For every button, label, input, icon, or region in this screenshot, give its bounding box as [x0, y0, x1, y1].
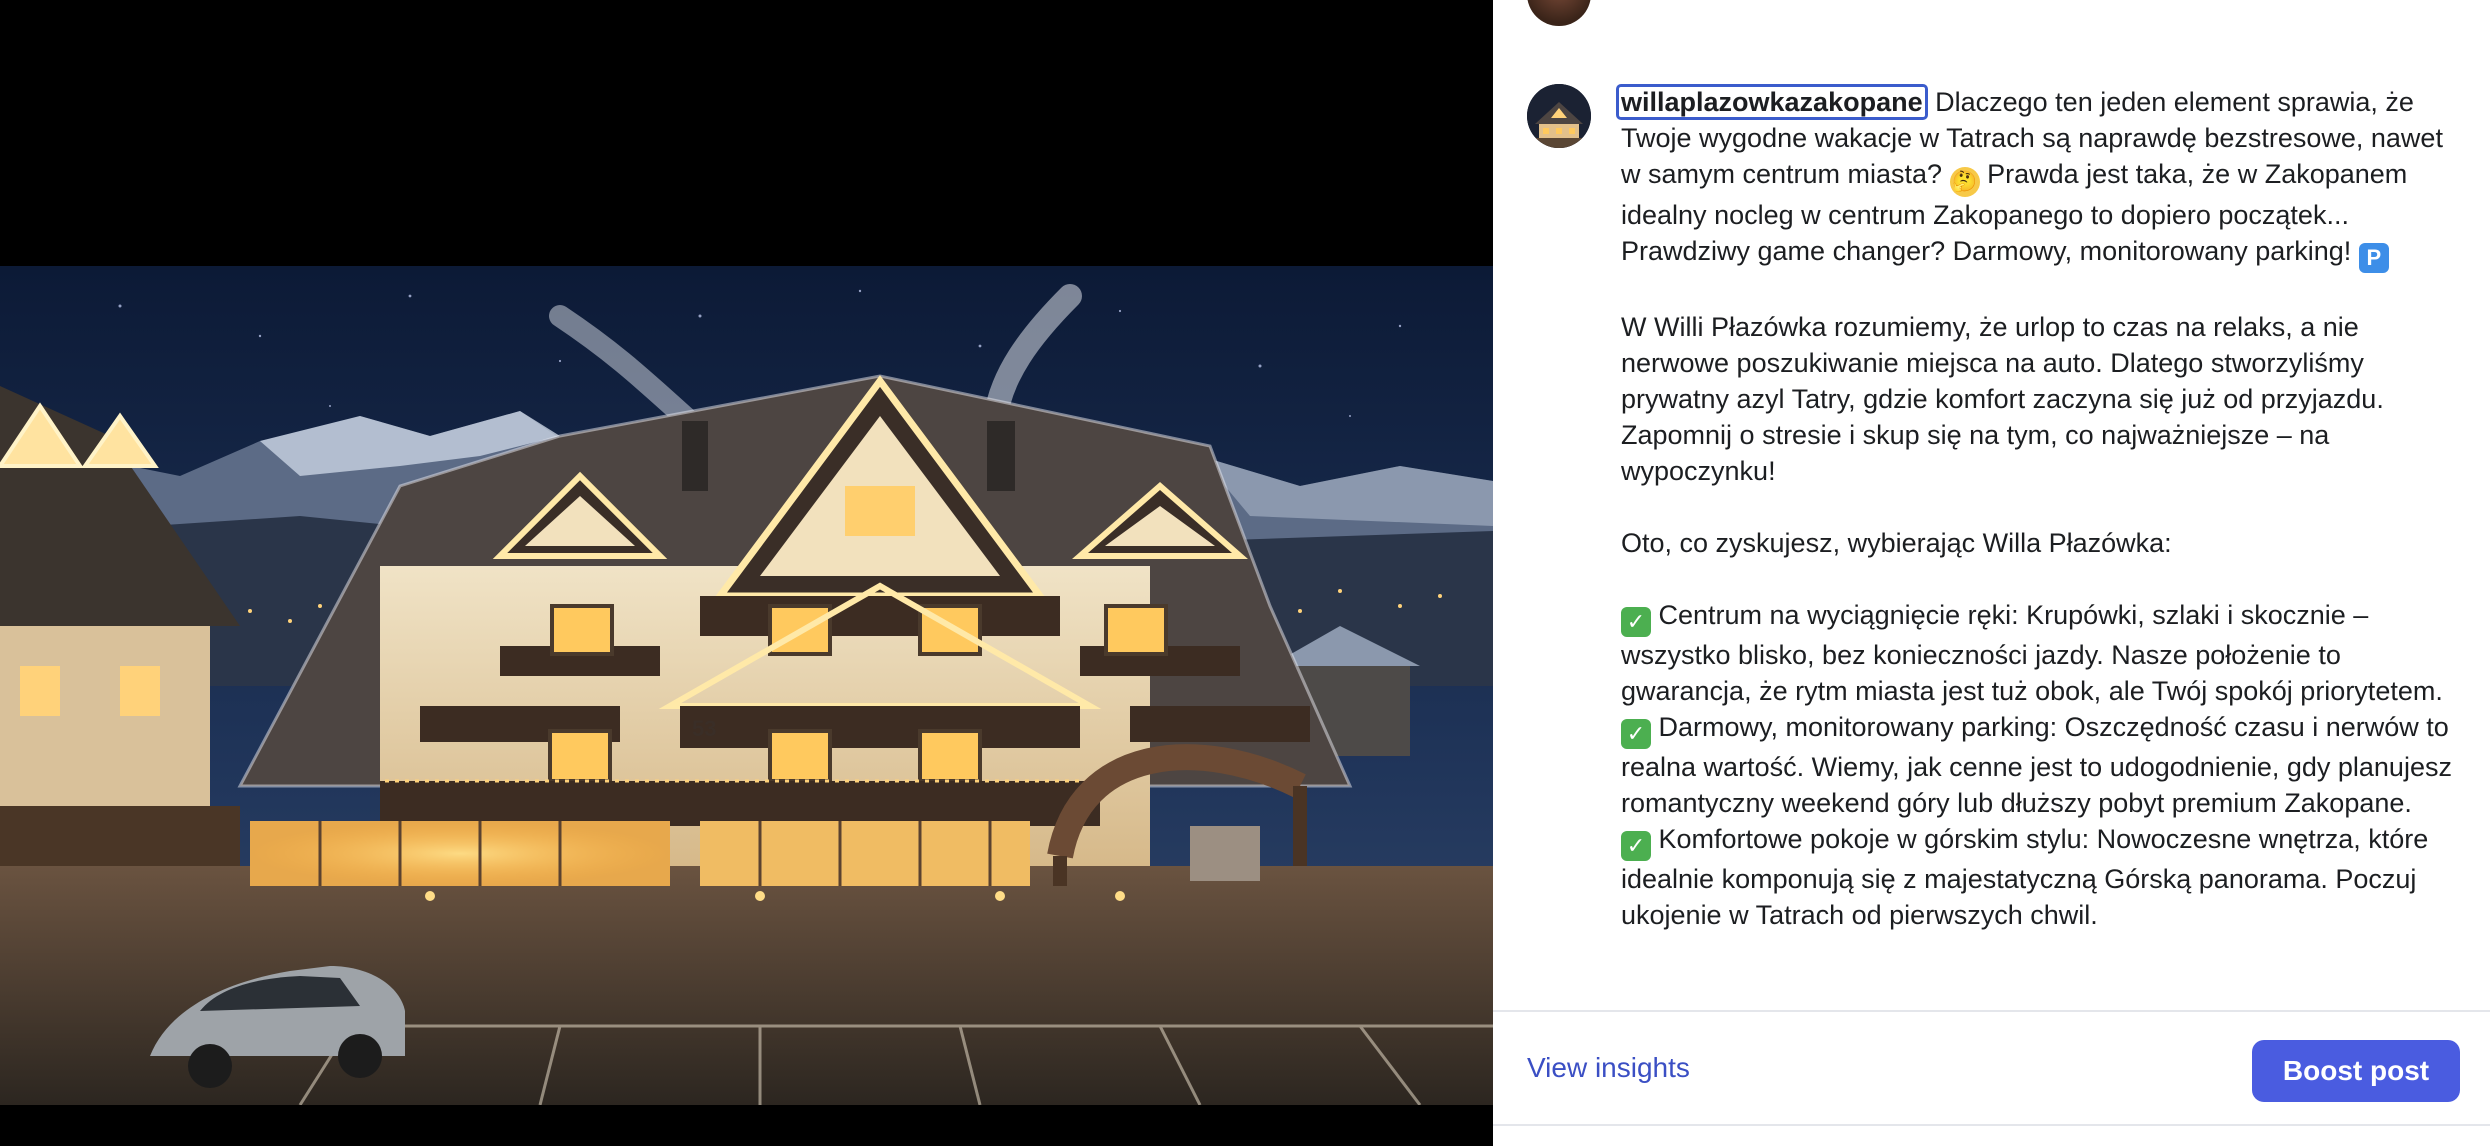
username-link[interactable]: willaplazowkazakopane — [1616, 84, 1928, 120]
caption-paragraph-2: W Willi Płazówka rozumiemy, że urlop to … — [1621, 312, 2392, 486]
post-caption: willaplazowkazakopane Dlaczego ten jeden… — [1616, 84, 2460, 933]
house-avatar-icon — [1527, 84, 1591, 148]
check-mark-icon: ✓ — [1621, 607, 1651, 637]
profile-avatar[interactable] — [1527, 84, 1591, 148]
check-mark-icon: ✓ — [1621, 831, 1651, 861]
house-number: 53 — [692, 716, 716, 741]
thinking-face-icon: 🤔 — [1949, 167, 1980, 197]
post-actions-footer: View insights Boost post — [1493, 1010, 2490, 1126]
caption-paragraph-3: Oto, co zyskujesz, wybierając Willa Płaz… — [1621, 528, 2172, 558]
check-mark-icon: ✓ — [1621, 719, 1651, 749]
post-details-pane: willaplazowkazakopane Dlaczego ten jeden… — [1493, 0, 2490, 1146]
caption-bullet-3: Komfortowe pokoje w górskim stylu: Nowoc… — [1621, 824, 2436, 930]
previous-comment-avatar — [1527, 0, 1591, 26]
caption-bullet-2: Darmowy, monitorowany parking: Oszczędno… — [1621, 712, 2460, 818]
boost-post-button[interactable]: Boost post — [2252, 1040, 2460, 1102]
post-photo[interactable]: 53 — [0, 266, 1493, 1105]
media-pane: 53 — [0, 0, 1493, 1146]
post-detail-view: 53 willaplazowkazakopane Dlaczego ten je… — [0, 0, 2490, 1146]
caption-row: willaplazowkazakopane Dlaczego ten jeden… — [1527, 84, 2472, 1010]
parking-icon: P — [2358, 243, 2389, 273]
view-insights-link[interactable]: View insights — [1527, 1048, 1690, 1088]
caption-bullet-1: Centrum na wyciągnięcie ręki: Krupówki, … — [1621, 600, 2443, 706]
